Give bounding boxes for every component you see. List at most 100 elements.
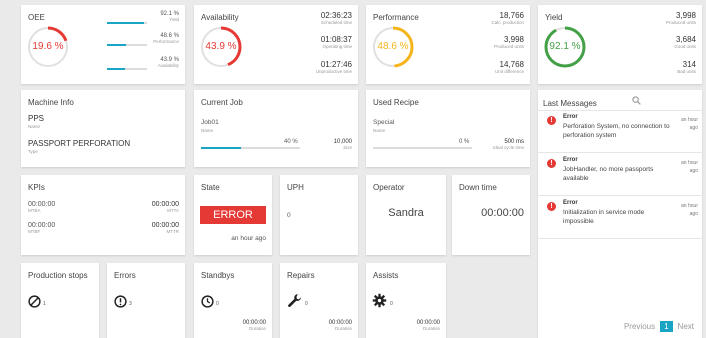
last-messages-card: Last Messages ! Error Perforation System… xyxy=(538,90,705,338)
production-stops-title: Production stops xyxy=(28,271,88,280)
uph-title: UPH xyxy=(287,183,304,192)
message-item[interactable]: ! Error Initialization in service mode i… xyxy=(538,197,705,239)
bad-units-value: 314 xyxy=(682,60,696,69)
errors-count: 3 xyxy=(129,301,132,307)
machine-info-title: Machine Info xyxy=(28,98,74,107)
message-type: Error xyxy=(563,114,578,120)
current-job-title: Current Job xyxy=(201,98,243,107)
repairs-count: 0 xyxy=(305,301,308,307)
assists-card: Assists 0 00:00:00 Duration xyxy=(366,263,446,338)
errors-card: Errors 3 xyxy=(107,263,185,338)
scheduled-time-value: 02:36:23 xyxy=(320,11,352,20)
assists-title: Assists xyxy=(373,271,399,280)
job-progress-bar xyxy=(201,147,300,149)
pager-next[interactable]: Next xyxy=(678,322,694,331)
recipe-progress-bar xyxy=(373,147,472,149)
oee-performance-bar xyxy=(107,44,147,46)
machine-name-label: Name xyxy=(28,124,41,129)
mtbf-label: MTBF xyxy=(28,229,41,234)
standbys-card: Standbys 0 00:00:00 Duration xyxy=(194,263,272,338)
machine-type-label: Type xyxy=(28,149,38,154)
state-badge: ERROR xyxy=(200,206,266,224)
unit-difference-label: Unit difference xyxy=(495,69,524,74)
kpis-title: KPIs xyxy=(28,183,45,192)
yield-produced-label: Produced units xyxy=(665,20,696,25)
mtbf-value: 00:00:00 xyxy=(28,222,56,229)
yield-card: Yield 92.1 % 3,998 Produced units 3,684 Go… xyxy=(538,5,702,84)
error-icon: ! xyxy=(547,159,556,168)
performance-title: Performance xyxy=(373,13,419,22)
scheduled-time-label: Scheduled time xyxy=(320,20,352,25)
operator-title: Operator xyxy=(373,183,405,192)
recipe-name: Special xyxy=(373,119,395,126)
oee-title: OEE xyxy=(28,13,45,22)
uph-value: 0 xyxy=(287,212,291,219)
kpis-card: KPIs 00:00:00 MTBA 00:00:00 MTTA 00:00:00… xyxy=(21,175,185,255)
mtba-value: 00:00:00 xyxy=(28,201,56,208)
availability-title: Availability xyxy=(201,13,239,22)
availability-gauge-value: 43.9 % xyxy=(205,41,237,52)
current-job-card: Current Job Job01 Name 40 % 10,000 Size xyxy=(194,90,358,167)
pager-page-1[interactable]: 1 xyxy=(660,321,673,332)
unit-difference-value: 14,768 xyxy=(499,60,524,69)
mttr-label: MTTR xyxy=(166,229,180,234)
downtime-title: Down time xyxy=(459,183,497,192)
operating-time-value: 01:08:37 xyxy=(320,35,352,44)
production-stops-card: Production stops 1 xyxy=(21,263,99,338)
calc-production-value: 18,766 xyxy=(499,11,524,20)
wrench-icon xyxy=(288,294,301,307)
pager-previous[interactable]: Previous xyxy=(624,322,655,331)
used-recipe-card: Used Recipe Special Name 0 % 500 ms Ideal… xyxy=(366,90,530,167)
error-icon: ! xyxy=(547,116,556,125)
message-item[interactable]: ! Error Perforation System, no connectio… xyxy=(538,111,705,153)
standbys-title: Standbys xyxy=(201,271,235,280)
downtime-card: Down time 00:00:00 xyxy=(452,175,530,255)
downtime-value: 00:00:00 xyxy=(481,207,524,219)
cycle-time-label: Ideal cycle time xyxy=(492,145,524,150)
performance-gauge-value: 48.6 % xyxy=(377,41,409,52)
last-messages-title: Last Messages xyxy=(543,99,597,108)
message-text: Perforation System, no connection to per… xyxy=(563,123,670,139)
job-progress-text: 40 % xyxy=(284,139,298,145)
exclamation-circle-icon xyxy=(114,295,127,308)
pagination: Previous 1 Next xyxy=(624,321,694,332)
message-time: an hour ago xyxy=(681,160,698,174)
state-card: State ERROR an hour ago xyxy=(194,175,272,255)
message-text: JobHandler, no more passports available xyxy=(563,166,654,182)
repairs-title: Repairs xyxy=(287,271,315,280)
recipe-name-label: Name xyxy=(373,128,386,133)
operator-card: Operator Sandra xyxy=(366,175,446,255)
produced-units-label: Produced units xyxy=(493,44,524,49)
oee-card: OEE 19.6 % 92.1 % Yield 48.6 % Performan… xyxy=(21,5,185,84)
good-units-label: Good units xyxy=(674,44,696,49)
job-name-label: Name xyxy=(201,128,214,133)
message-time: an hour ago xyxy=(681,117,698,131)
operator-name: Sandra xyxy=(388,207,424,219)
calc-production-label: Calc. production xyxy=(491,20,524,25)
operating-time-label: Operating time xyxy=(322,44,352,49)
state-time: an hour ago xyxy=(231,235,266,242)
error-icon: ! xyxy=(547,202,556,211)
message-time: an hour ago xyxy=(681,203,698,217)
repairs-card: Repairs 0 00:00:00 Duration xyxy=(280,263,358,338)
recipe-progress-text: 0 % xyxy=(459,139,470,145)
machine-name: PPS xyxy=(28,114,45,123)
oee-gauge-value: 19.6 % xyxy=(32,41,64,52)
job-name: Job01 xyxy=(201,119,219,126)
yield-produced-value: 3,998 xyxy=(675,11,696,20)
standbys-count: 0 xyxy=(216,301,219,307)
state-title: State xyxy=(201,183,220,192)
mttr-value: 00:00:00 xyxy=(151,222,179,229)
production-stops-count: 1 xyxy=(43,301,46,307)
yield-gauge-value: 92.1 % xyxy=(549,41,581,52)
no-entry-icon xyxy=(28,295,41,308)
mtta-label: MTTA xyxy=(167,208,179,213)
clock-icon xyxy=(201,295,214,308)
repairs-duration-label: Duration xyxy=(334,326,352,331)
uph-card: UPH 0 xyxy=(280,175,358,255)
unproductive-time-label: Unproductive time xyxy=(315,69,352,74)
availability-card: Availability 43.9 % 02:36:23 Scheduled ti… xyxy=(194,5,358,84)
message-item[interactable]: ! Error JobHandler, no more passports av… xyxy=(538,154,705,196)
search-icon[interactable] xyxy=(632,96,641,105)
assists-duration-label: Duration xyxy=(422,326,440,331)
